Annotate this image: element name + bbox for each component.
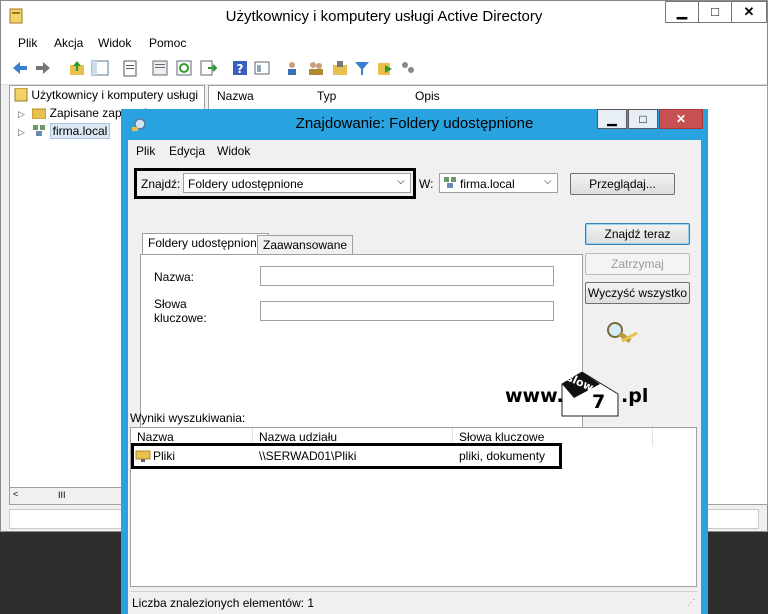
tree-item-firma-local[interactable]: ▷ firma.local bbox=[18, 123, 111, 142]
name-input[interactable] bbox=[260, 266, 554, 286]
find-now-button[interactable]: Znajdź teraz bbox=[585, 223, 690, 245]
resize-grip-icon[interactable]: ⋰ bbox=[687, 598, 695, 607]
expand-arrow-icon[interactable]: ▷ bbox=[18, 109, 25, 119]
keywords-label-line1: Słowa bbox=[154, 297, 187, 311]
tree-root-label: Użytkownicy i komputery usługi bbox=[31, 88, 199, 102]
main-toolbar: ? bbox=[1, 54, 767, 85]
tab-advanced[interactable]: Zaawansowane bbox=[257, 235, 354, 255]
back-arrow-icon[interactable] bbox=[11, 59, 29, 77]
watermark-badge-number: 7 bbox=[592, 391, 606, 413]
column-header-description[interactable]: Opis bbox=[415, 89, 440, 103]
search-magnifier-icon bbox=[607, 322, 638, 344]
keywords-label-line2: kluczowe: bbox=[154, 311, 207, 325]
column-header-type[interactable]: Typ bbox=[317, 89, 336, 103]
svg-text:?: ? bbox=[237, 62, 244, 76]
keywords-input[interactable] bbox=[260, 301, 554, 321]
tree-root[interactable]: Użytkownicy i komputery usługi bbox=[14, 87, 199, 106]
clipboard-icon[interactable] bbox=[121, 59, 139, 77]
main-window-title: Użytkownicy i komputery usługi Active Di… bbox=[225, 8, 543, 25]
export-list-icon[interactable] bbox=[199, 59, 217, 77]
tree-item-label: firma.local bbox=[49, 123, 111, 139]
results-label: Wyniki wyszukiwania: bbox=[130, 411, 246, 425]
minimize-button[interactable]: ▁ bbox=[665, 1, 699, 23]
highlight-frame bbox=[134, 168, 416, 199]
in-location-dropdown[interactable]: firma.local ⌵ bbox=[439, 173, 558, 193]
show-console-tree-icon[interactable] bbox=[91, 59, 109, 77]
dialog-menu-plik[interactable]: Plik bbox=[136, 144, 155, 158]
menu-widok[interactable]: Widok bbox=[98, 36, 131, 50]
new-group-icon[interactable] bbox=[307, 59, 325, 77]
watermark-suffix: .pl bbox=[621, 385, 649, 407]
in-label: W: bbox=[419, 177, 434, 191]
browse-button[interactable]: Przeglądaj... bbox=[570, 173, 675, 195]
dialog-minimize-button[interactable]: ▁ bbox=[597, 109, 627, 129]
find-dialog: Znajdowanie: Foldery udostępnione ▁ □ ✕ … bbox=[121, 109, 708, 614]
in-location-value: firma.local bbox=[460, 177, 515, 191]
view-icon[interactable] bbox=[253, 59, 271, 77]
dialog-body: Plik Edycja Widok Znajdź: Foldery udostę… bbox=[128, 140, 701, 614]
main-title-bar: Użytkownicy i komputery usługi Active Di… bbox=[1, 1, 767, 32]
stop-button[interactable]: Zatrzymaj bbox=[585, 253, 690, 275]
dialog-status-bar: Liczba znalezionych elementów: 1 ⋰ bbox=[130, 591, 697, 612]
watermark-prefix: www. bbox=[505, 385, 564, 407]
column-header-name[interactable]: Nazwa bbox=[217, 89, 254, 103]
chevron-down-icon: ⌵ bbox=[544, 176, 552, 187]
window-app-icon bbox=[14, 87, 28, 102]
menu-plik[interactable]: Plik bbox=[18, 36, 37, 50]
new-ou-icon[interactable] bbox=[331, 59, 349, 77]
folder-icon bbox=[31, 108, 47, 120]
menu-akcja[interactable]: Akcja bbox=[54, 36, 83, 50]
scroll-left-arrow-icon[interactable]: < bbox=[13, 489, 18, 499]
refresh-icon[interactable] bbox=[175, 59, 193, 77]
domain-icon bbox=[33, 125, 46, 136]
close-button[interactable]: ✕ bbox=[731, 1, 767, 23]
domain-icon bbox=[444, 177, 456, 188]
clear-all-button[interactable]: Wyczyść wszystko bbox=[585, 282, 690, 304]
folder-up-icon[interactable] bbox=[68, 59, 86, 77]
forward-arrow-icon[interactable] bbox=[34, 59, 52, 77]
dialog-menu-edycja[interactable]: Edycja bbox=[169, 144, 205, 158]
new-user-icon[interactable] bbox=[284, 59, 302, 77]
delegate-control-icon[interactable] bbox=[399, 59, 417, 77]
maximize-button[interactable]: □ bbox=[698, 1, 732, 23]
name-label: Nazwa: bbox=[154, 270, 195, 284]
expand-arrow-icon[interactable]: ▷ bbox=[18, 127, 25, 137]
filter-icon[interactable] bbox=[353, 59, 371, 77]
scroll-grip[interactable]: III bbox=[58, 490, 66, 500]
dialog-close-button[interactable]: ✕ bbox=[659, 109, 703, 129]
dialog-menu-widok[interactable]: Widok bbox=[217, 144, 250, 158]
main-menu-bar: Plik Akcja Widok Pomoc bbox=[1, 32, 767, 54]
menu-pomoc[interactable]: Pomoc bbox=[149, 36, 186, 50]
status-text: Liczba znalezionych elementów: 1 bbox=[132, 596, 315, 610]
results-list: Nazwa Nazwa udziału Słowa kluczowe Pliki… bbox=[130, 427, 697, 587]
dialog-maximize-button[interactable]: □ bbox=[628, 109, 658, 129]
add-to-group-icon[interactable] bbox=[376, 59, 394, 77]
tab-shared-folders[interactable]: Foldery udostępnione bbox=[142, 233, 270, 255]
properties-icon[interactable] bbox=[151, 59, 169, 77]
help-icon[interactable]: ? bbox=[231, 59, 249, 77]
highlight-frame bbox=[131, 443, 562, 469]
